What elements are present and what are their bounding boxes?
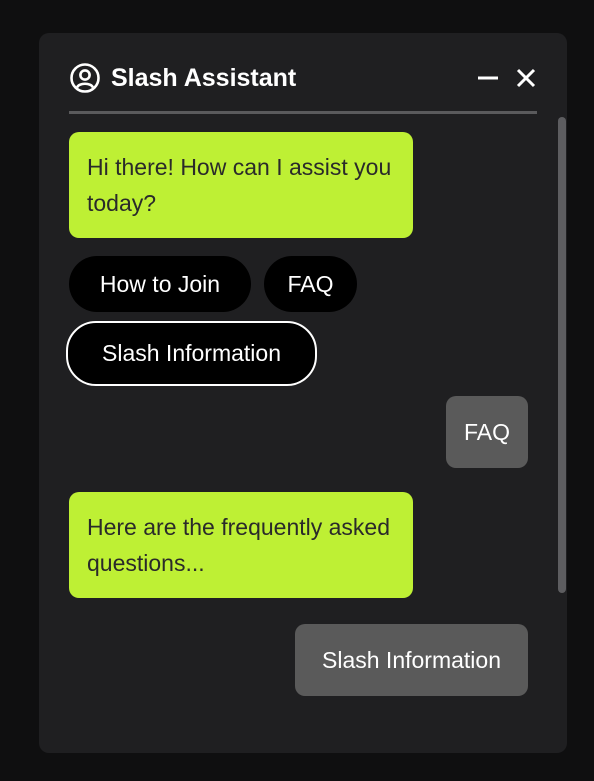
bot-message: Here are the frequently asked questions.… [69, 492, 413, 598]
quick-reply-faq[interactable]: FAQ [264, 256, 357, 312]
quick-reply-slash-information[interactable]: Slash Information [66, 321, 317, 386]
chat-title: Slash Assistant [111, 63, 297, 92]
user-circle-icon [69, 62, 101, 94]
minimize-icon[interactable] [477, 67, 499, 89]
chat-header: Slash Assistant [69, 61, 537, 95]
window-controls [477, 67, 537, 89]
close-icon[interactable] [515, 67, 537, 89]
bot-message: Hi there! How can I assist you today? [69, 132, 413, 238]
chat-panel: Slash Assistant Hi there! How can I assi… [39, 33, 567, 753]
scrollbar[interactable] [558, 117, 566, 593]
quick-reply-how-to-join[interactable]: How to Join [69, 256, 251, 312]
user-message: FAQ [446, 396, 528, 468]
scrollbar-thumb[interactable] [558, 117, 566, 593]
header-divider [69, 111, 537, 114]
user-message: Slash Information [295, 624, 528, 696]
